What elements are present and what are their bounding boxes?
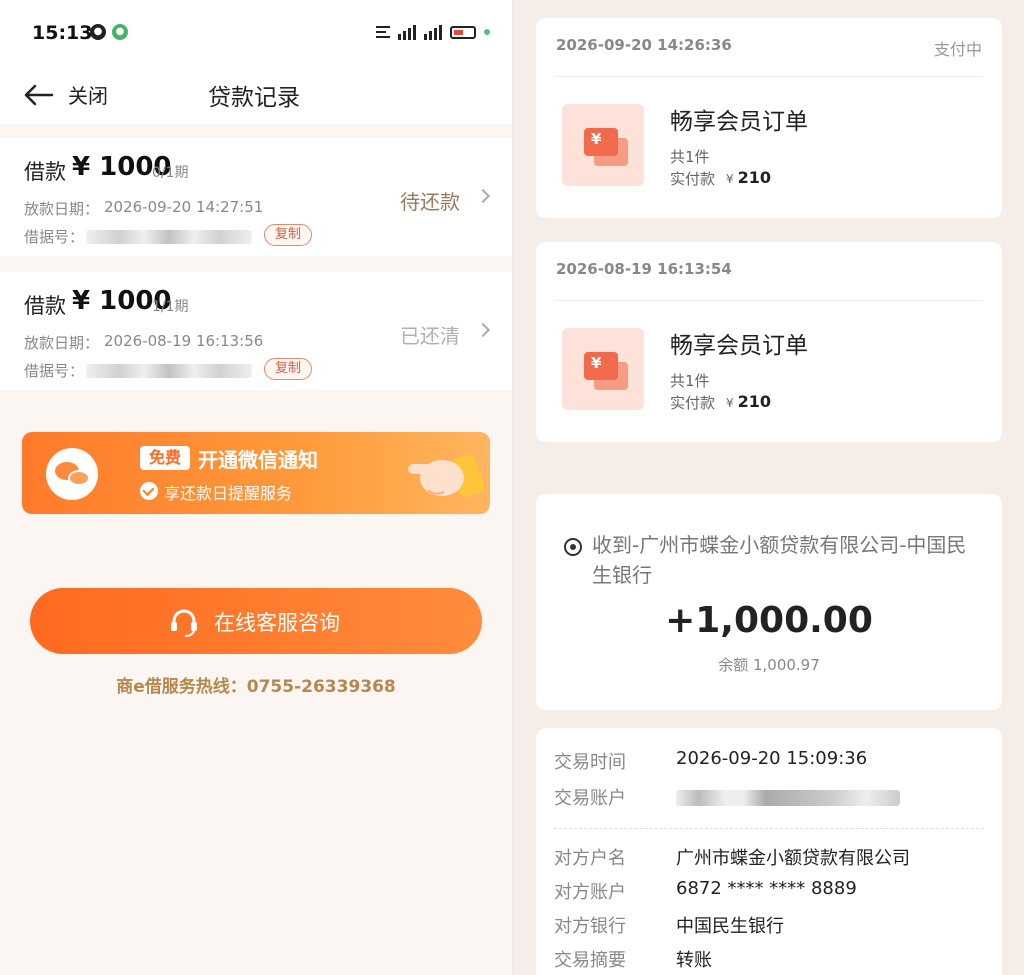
service-hotline[interactable]: 商e借服务热线：0755-26339368 [0, 672, 512, 697]
loan-period: 1/1期 [152, 299, 189, 315]
detail-value: 转账 [676, 950, 712, 971]
loan-id-label: 借据号： [24, 228, 85, 246]
detail-label: 对方账户 [554, 882, 626, 903]
order-date: 2026-08-19 16:13:54 [556, 260, 732, 278]
transaction-details: 交易时间 2026-09-20 15:09:36 交易账户 对方户名 广州市蝶金… [536, 728, 1002, 975]
order-count: 共1件 [670, 148, 710, 166]
copy-button[interactable]: 复制 [264, 358, 312, 380]
pointing-hand-icon [408, 454, 485, 498]
loan-status: 已还清 [400, 324, 460, 348]
battery-icon [450, 25, 476, 39]
free-tag: 免费 [140, 446, 190, 470]
headset-icon [171, 609, 197, 637]
loan-id-redacted [86, 230, 252, 244]
detail-value: 中国民生银行 [676, 916, 784, 937]
order-thumbnail-icon: ¥ [562, 328, 644, 410]
order-paid-amount: ¥210 [726, 168, 772, 187]
target-circle-icon [564, 538, 582, 556]
copy-button[interactable]: 复制 [264, 224, 312, 246]
loan-records-screen: 15:13 ● ● 关闭 贷款记录 借款 ¥ 1000 0/1期 放款日期： 2… [0, 0, 512, 975]
chevron-right-icon [475, 188, 491, 204]
detail-value: 广州市蝶金小额贷款有限公司 [676, 848, 910, 869]
divider [556, 76, 982, 77]
loan-card[interactable]: 借款 ¥ 1000 1/1期 放款日期： 2026-08-19 16:13:56… [0, 272, 512, 390]
orders-and-receipt-screen: 2026-09-20 14:26:36 支付中 ¥ 畅享会员订单 共1件 实付款… [514, 0, 1024, 975]
order-thumbnail-icon: ¥ [562, 104, 644, 186]
loan-date-label: 放款日期： [24, 334, 100, 352]
loan-title: 借款 [24, 294, 66, 318]
loan-card[interactable]: 借款 ¥ 1000 0/1期 放款日期： 2026-09-20 14:27:51… [0, 138, 512, 256]
order-card[interactable]: 2026-08-19 16:13:54 ¥ 畅享会员订单 共1件 实付款 ¥21… [536, 242, 1002, 442]
signal-icon [424, 24, 442, 40]
indicator-dot-icon [484, 29, 490, 35]
check-circle-icon [140, 482, 158, 500]
divider [556, 300, 982, 301]
loan-date-label: 放款日期： [24, 200, 100, 218]
detail-label: 对方银行 [554, 916, 626, 937]
account-redacted [676, 790, 900, 806]
qq-icon: ● [90, 24, 106, 40]
loan-period: 0/1期 [152, 165, 189, 181]
loan-date: 2026-08-19 16:13:56 [104, 332, 264, 350]
app-notify-icon: ● [112, 24, 128, 40]
receipt-summary: 收到-广州市蝶金小额贷款有限公司-中国民生银行 +1,000.00 余额 1,0… [536, 494, 1002, 710]
nav-bar: 关闭 贷款记录 [0, 68, 512, 124]
loan-title: 借款 [24, 160, 66, 184]
chevron-right-icon [475, 322, 491, 338]
detail-value: 2026-09-20 15:09:36 [676, 748, 868, 769]
order-paid-label: 实付款 [670, 394, 716, 412]
status-time: 15:13 [32, 22, 93, 44]
detail-label: 交易时间 [554, 752, 626, 773]
receipt-source: 收到-广州市蝶金小额贷款有限公司-中国民生银行 [592, 533, 967, 587]
wechat-notify-banner[interactable]: 免费 开通微信通知 享还款日提醒服务 [22, 432, 490, 514]
order-paid-amount: ¥210 [726, 392, 772, 411]
detail-label: 交易摘要 [554, 950, 626, 971]
order-date: 2026-09-20 14:26:36 [556, 36, 732, 54]
loan-date: 2026-09-20 14:27:51 [104, 198, 264, 216]
wechat-icon [46, 448, 98, 500]
customer-service-label: 在线客服咨询 [214, 611, 340, 635]
order-paid-label: 实付款 [670, 170, 716, 188]
receipt-amount: +1,000.00 [665, 600, 873, 641]
page-title: 贷款记录 [208, 85, 300, 111]
order-name: 畅享会员订单 [670, 109, 808, 135]
order-count: 共1件 [670, 372, 710, 390]
divider [554, 828, 984, 829]
loan-id-redacted [86, 364, 252, 378]
status-bar: 15:13 ● ● [0, 0, 512, 68]
detail-label: 对方户名 [554, 848, 626, 869]
wechat-banner-title: 开通微信通知 [198, 448, 318, 472]
order-status: 支付中 [933, 40, 982, 59]
order-card[interactable]: 2026-09-20 14:26:36 支付中 ¥ 畅享会员订单 共1件 实付款… [536, 18, 1002, 218]
menu-icon [376, 26, 390, 38]
status-indicators [376, 24, 490, 40]
detail-label: 交易账户 [554, 788, 626, 809]
order-name: 畅享会员订单 [670, 333, 808, 359]
detail-value: 6872 **** **** 8889 [676, 878, 857, 899]
loan-id-label: 借据号： [24, 362, 85, 380]
loan-status: 待还款 [400, 190, 460, 214]
receipt-balance: 余额 1,000.97 [718, 656, 820, 674]
wechat-banner-subtitle: 享还款日提醒服务 [164, 484, 293, 503]
signal-icon [398, 24, 416, 40]
online-customer-service-button[interactable]: 在线客服咨询 [30, 588, 482, 654]
